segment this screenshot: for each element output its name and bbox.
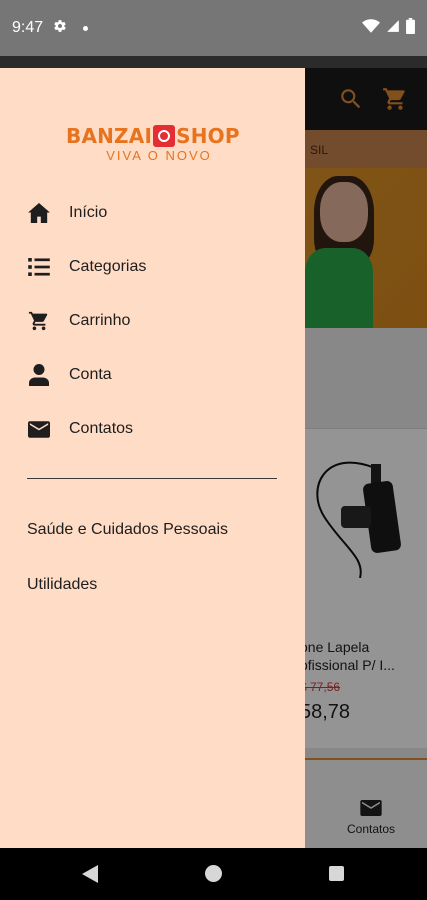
battery-icon	[406, 17, 415, 39]
category-saude-cuidados-pessoais[interactable]: Saúde e Cuidados Pessoais	[27, 521, 228, 539]
menu-item-categorias[interactable]: Categorias	[0, 240, 305, 294]
logo-mark-icon	[153, 125, 176, 147]
logo-wordmark: BANZAI SHOP	[66, 124, 246, 148]
menu-item-label: Carrinho	[69, 312, 131, 329]
logo-word-right: SHOP	[176, 124, 240, 148]
home-button-icon[interactable]	[205, 865, 222, 882]
person-icon	[27, 363, 51, 387]
home-icon	[27, 201, 51, 225]
wifi-icon	[362, 18, 380, 38]
system-navigation-bar	[0, 848, 427, 900]
drawer-divider	[27, 478, 277, 479]
category-utilidades[interactable]: Utilidades	[27, 576, 97, 594]
logo-word-left: BANZAI	[66, 124, 153, 148]
gear-icon	[53, 19, 67, 38]
menu-item-carrinho[interactable]: Carrinho	[0, 294, 305, 348]
dot-icon	[83, 25, 89, 31]
cart-icon	[27, 309, 51, 333]
status-time: 9:47	[12, 19, 44, 36]
menu-item-conta[interactable]: Conta	[0, 348, 305, 402]
menu-item-label: Contatos	[69, 420, 134, 437]
list-icon	[27, 255, 51, 279]
status-bar: 9:47	[0, 0, 427, 56]
menu-item-label: Categorias	[69, 258, 147, 275]
menu-item-label: Conta	[69, 366, 112, 383]
navigation-drawer: BANZAI SHOP VIVA O NOVO Início Categoria…	[0, 68, 305, 848]
back-icon[interactable]	[82, 865, 98, 888]
recents-icon[interactable]	[329, 866, 344, 881]
drawer-menu: Início Categorias Carrinho Conta Contato…	[0, 186, 305, 456]
menu-item-contatos[interactable]: Contatos	[0, 402, 305, 456]
envelope-icon	[27, 417, 51, 441]
signal-icon	[386, 19, 400, 38]
menu-item-inicio[interactable]: Início	[0, 186, 305, 240]
logo-tagline: VIVA O NOVO	[106, 148, 212, 163]
banzai-shop-logo: BANZAI SHOP VIVA O NOVO	[66, 124, 246, 163]
menu-item-label: Início	[69, 204, 108, 221]
